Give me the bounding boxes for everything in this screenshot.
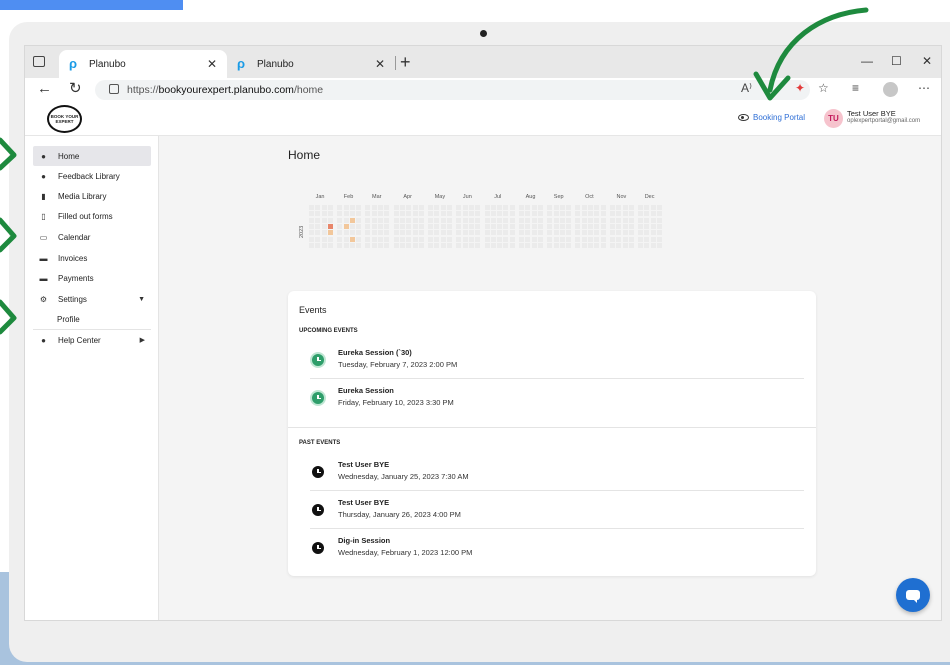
annotation-arrows xyxy=(0,7,869,335)
